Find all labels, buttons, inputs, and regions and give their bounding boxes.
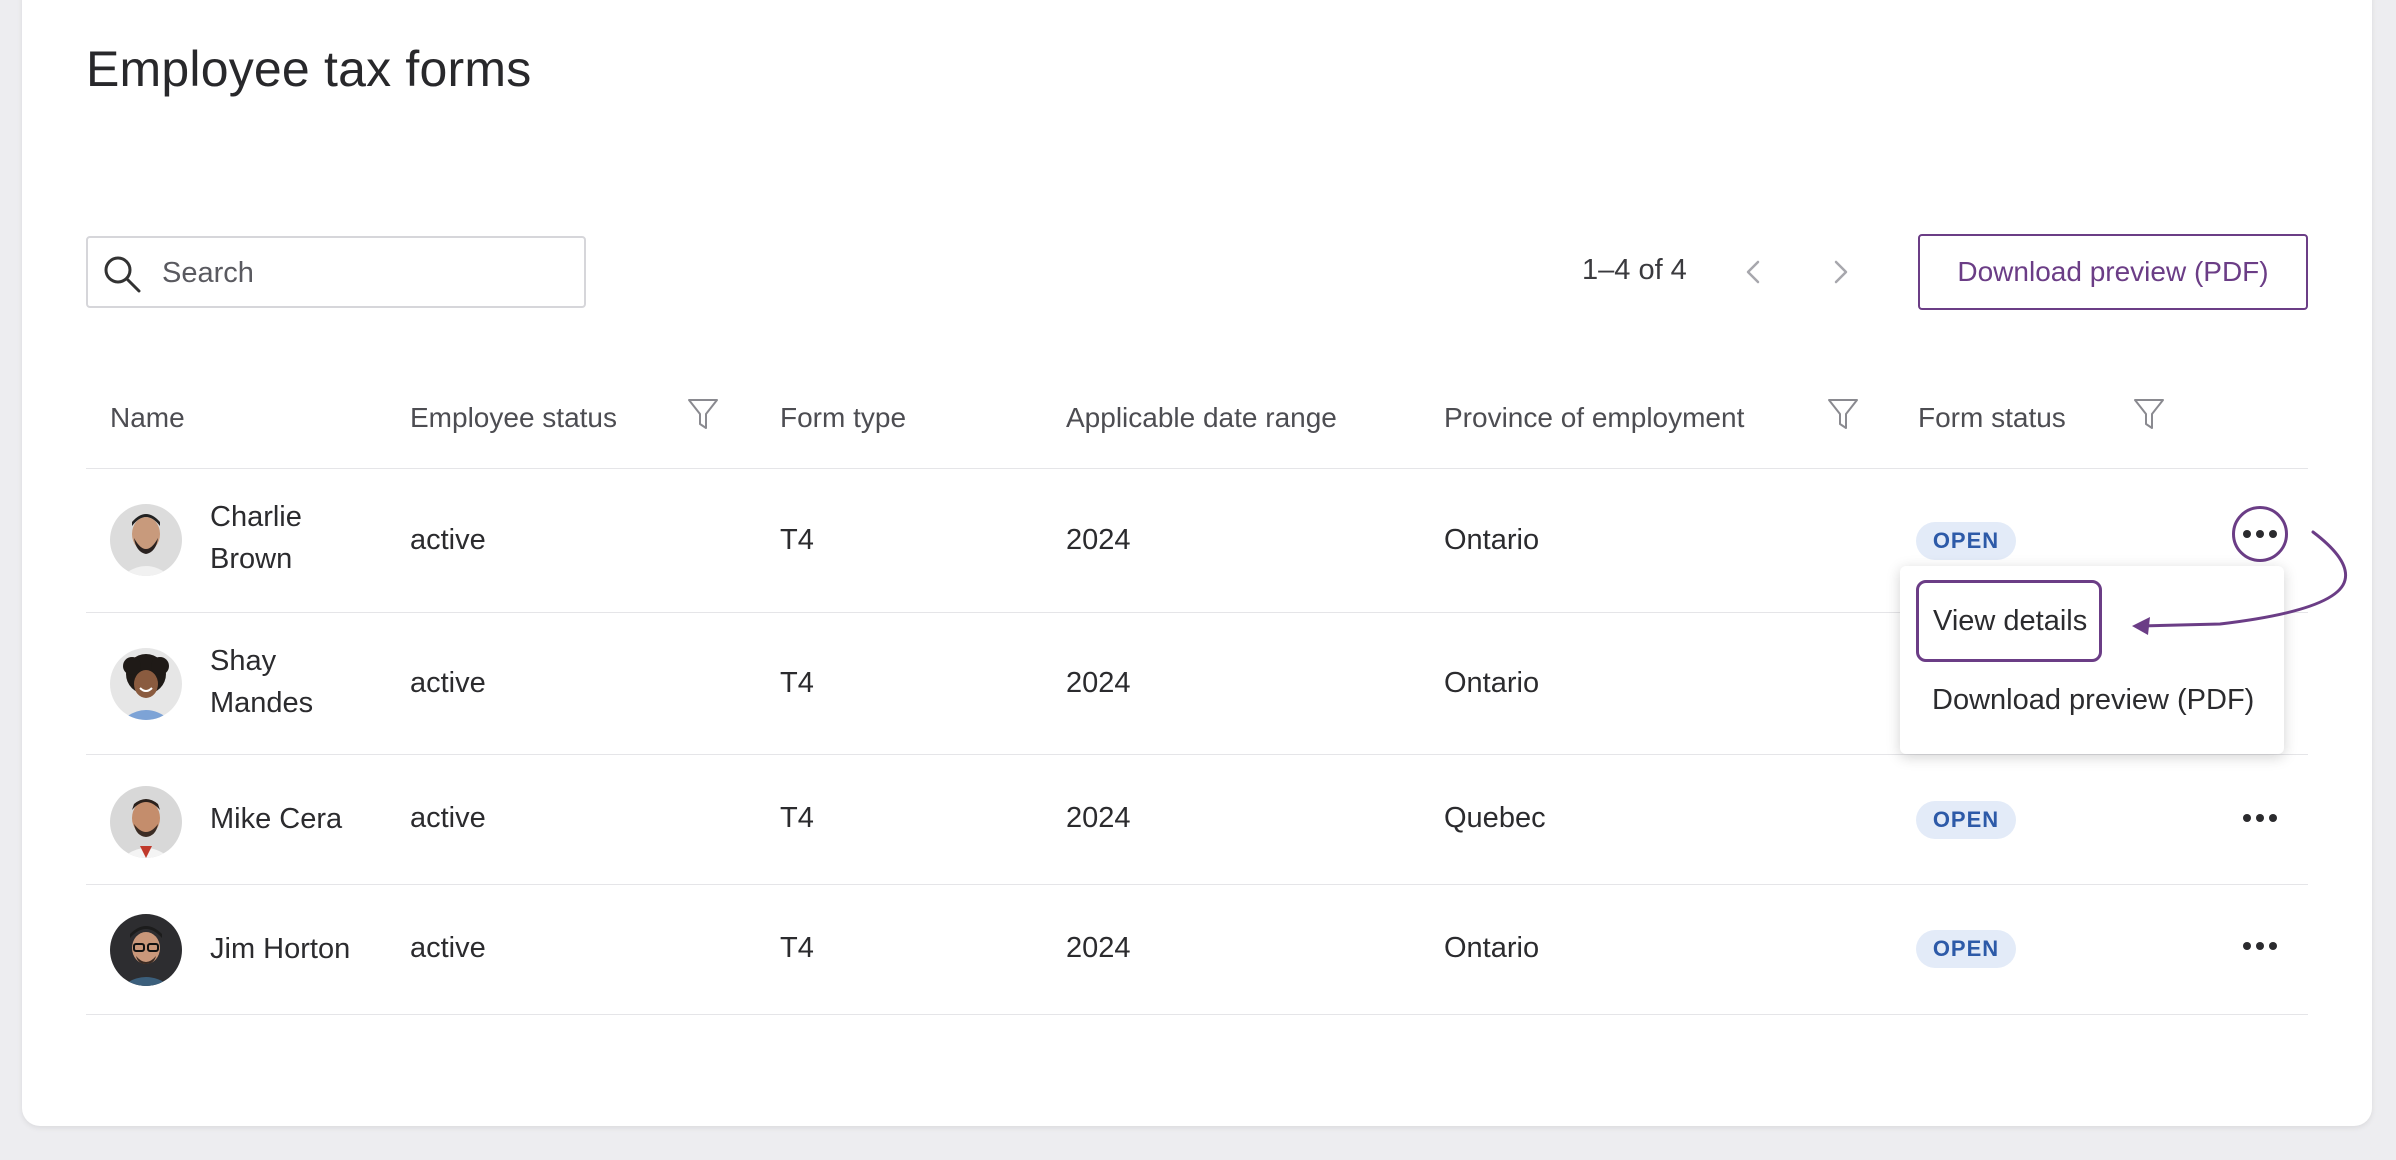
avatar bbox=[110, 648, 182, 720]
search-icon bbox=[104, 256, 141, 293]
more-actions-button[interactable] bbox=[2232, 918, 2288, 974]
province: Quebec bbox=[1444, 802, 1546, 834]
pagination-text: 1–4 of 4 bbox=[1582, 254, 1687, 286]
status-badge: OPEN bbox=[1916, 801, 2016, 839]
menu-item-view-details[interactable]: View details bbox=[1916, 580, 2102, 662]
more-actions-button[interactable] bbox=[2232, 790, 2288, 846]
avatar bbox=[110, 786, 182, 858]
status-badge: OPEN bbox=[1916, 522, 2016, 560]
search-box[interactable] bbox=[86, 236, 586, 308]
province: Ontario bbox=[1444, 932, 1540, 964]
table-divider bbox=[86, 1014, 2308, 1015]
filter-icon[interactable] bbox=[686, 396, 720, 432]
column-header-employee-status[interactable]: Employee status bbox=[410, 402, 617, 434]
download-preview-button[interactable]: Download preview (PDF) bbox=[1918, 234, 2308, 310]
employee-name[interactable]: Shay Mandes bbox=[210, 640, 313, 724]
date-range: 2024 bbox=[1066, 524, 1131, 556]
chevron-right-icon[interactable] bbox=[1822, 254, 1858, 290]
employee-name[interactable]: Charlie Brown bbox=[210, 496, 302, 580]
chevron-left-icon[interactable] bbox=[1736, 254, 1772, 290]
table-row[interactable]: Jim Horton active T4 2024 Ontario OPEN bbox=[86, 884, 2308, 1014]
search-input[interactable] bbox=[162, 248, 562, 298]
form-type: T4 bbox=[780, 802, 814, 834]
employee-name[interactable]: Mike Cera bbox=[210, 798, 342, 840]
annotation-arrow bbox=[2132, 530, 2348, 635]
employee-name[interactable]: Jim Horton bbox=[210, 928, 350, 970]
date-range: 2024 bbox=[1066, 932, 1131, 964]
date-range: 2024 bbox=[1066, 802, 1131, 834]
column-header-form-status[interactable]: Form status bbox=[1918, 402, 2066, 434]
more-icon bbox=[2243, 942, 2277, 950]
menu-item-download-preview[interactable]: Download preview (PDF) bbox=[1932, 684, 2254, 717]
table-row[interactable]: Mike Cera active T4 2024 Quebec OPEN bbox=[86, 754, 2308, 884]
column-header-province[interactable]: Province of employment bbox=[1444, 402, 1744, 434]
filter-icon[interactable] bbox=[2132, 396, 2166, 432]
column-header-name[interactable]: Name bbox=[110, 402, 185, 434]
more-icon bbox=[2243, 814, 2277, 822]
date-range: 2024 bbox=[1066, 667, 1131, 699]
filter-icon[interactable] bbox=[1826, 396, 1860, 432]
avatar bbox=[110, 504, 182, 576]
employee-status: active bbox=[410, 524, 486, 556]
form-type: T4 bbox=[780, 524, 814, 556]
province: Ontario bbox=[1444, 524, 1540, 556]
page-title: Employee tax forms bbox=[86, 41, 532, 97]
employee-status: active bbox=[410, 667, 486, 699]
avatar bbox=[110, 914, 182, 986]
status-badge: OPEN bbox=[1916, 930, 2016, 968]
employee-status: active bbox=[410, 932, 486, 964]
column-header-date-range[interactable]: Applicable date range bbox=[1066, 402, 1337, 434]
employee-status: active bbox=[410, 802, 486, 834]
column-header-form-type[interactable]: Form type bbox=[780, 402, 906, 434]
form-type: T4 bbox=[780, 667, 814, 699]
province: Ontario bbox=[1444, 667, 1540, 699]
form-type: T4 bbox=[780, 932, 814, 964]
